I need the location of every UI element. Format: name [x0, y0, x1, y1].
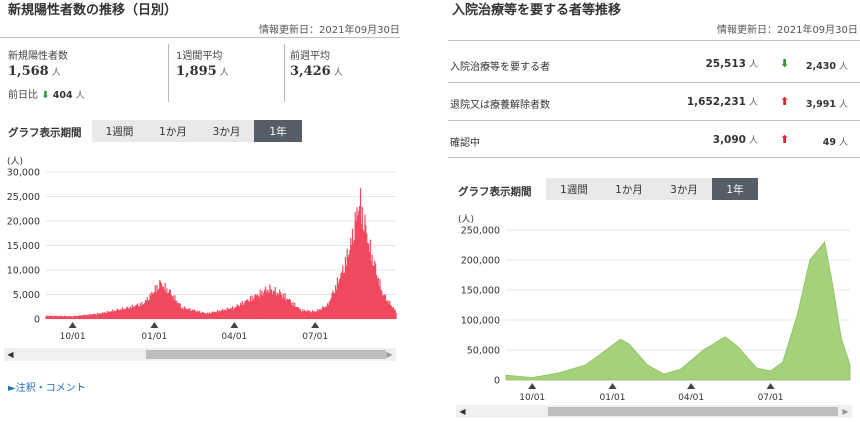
y-tick-label: 25,000 — [7, 192, 40, 203]
stat-label-new-cases: 新規陽性者数 — [8, 51, 68, 62]
stat-divider — [284, 44, 285, 102]
update-date: 情報更新日：2021年09月30日 — [259, 25, 400, 36]
chart-area — [505, 241, 851, 381]
hospitalization-chart: 250,000 200,000 150,000 100,000 50,000 0 10/01… — [461, 226, 851, 400]
row-diff-hospitalized: 2,430 人 — [805, 61, 848, 72]
row-value-discharged: 1,652,231 人 — [686, 96, 758, 108]
row-divider — [448, 82, 860, 83]
new-cases-panel: 新規陽性者数の推移（日別） 情報更新日：2021年09月30日 新規陽性者数 1… — [0, 0, 400, 425]
period-button-1week[interactable]: 1週間 — [92, 120, 147, 142]
x-tick-label: 07/01 — [302, 332, 328, 342]
period-button-1year[interactable]: 1年 — [254, 120, 302, 142]
x-tick-marker — [608, 383, 617, 389]
stat-label-prev-week-avg: 前週平均 — [290, 51, 330, 62]
stat-value-week-avg: 1,895 人 — [176, 64, 229, 79]
period-selector: 1週間 1か月 3か月 1年 — [546, 178, 758, 200]
row-value-hospitalized: 25,513 人 — [705, 58, 758, 70]
chart-bar — [395, 312, 397, 319]
row-value-confirming: 3,090 人 — [712, 134, 758, 146]
period-label: グラフ表示期間 — [8, 127, 82, 139]
x-tick-label: 01/01 — [141, 332, 167, 342]
arrow-up-icon: ⬆ — [780, 133, 790, 146]
y-tick-label: 200,000 — [461, 256, 500, 267]
x-tick-label: 10/01 — [519, 393, 545, 400]
stat-value-prev-week-avg: 3,426 人 — [290, 64, 343, 79]
period-button-1year[interactable]: 1年 — [712, 178, 758, 200]
update-date: 情報更新日：2021年09月30日 — [717, 25, 858, 36]
y-tick-label: 30,000 — [7, 168, 40, 179]
stat-divider — [168, 44, 169, 102]
header-divider — [0, 37, 400, 38]
x-tick-marker — [528, 383, 537, 389]
y-tick-label: 0 — [494, 376, 500, 387]
row-divider — [448, 120, 860, 121]
arrow-down-icon: ⬇ — [780, 57, 790, 70]
chart-scrollbar[interactable]: ◀ ▶ — [456, 405, 852, 418]
y-tick-label: 100,000 — [461, 316, 500, 327]
period-button-1month[interactable]: 1か月 — [602, 178, 656, 200]
period-button-1week[interactable]: 1週間 — [546, 178, 602, 200]
x-tick-label: 10/01 — [60, 332, 86, 342]
arrow-down-icon: ⬇ — [41, 90, 50, 101]
y-tick-label: 15,000 — [7, 241, 40, 252]
panel-title: 新規陽性者数の推移（日別） — [8, 3, 178, 18]
notes-link[interactable]: ►注釈・コメント — [8, 379, 86, 394]
x-tick-marker — [68, 322, 77, 328]
scroll-right-icon[interactable]: ▶ — [383, 348, 396, 361]
panel-title: 入院治療等を要する者等推移 — [452, 3, 622, 18]
period-selector: 1週間 1か月 3か月 1年 — [92, 120, 302, 142]
chart-scrollbar[interactable]: ◀ ▶ — [4, 348, 396, 361]
prev-day-diff: 前日比 ⬇ 404 人 — [8, 90, 85, 101]
y-tick-label: 50,000 — [467, 346, 500, 357]
row-diff-discharged: 3,991 人 — [805, 99, 848, 110]
header-divider — [448, 40, 860, 41]
x-tick-marker — [311, 322, 320, 328]
y-tick-label: 150,000 — [461, 286, 500, 297]
x-tick-marker — [150, 322, 159, 328]
x-tick-marker — [230, 322, 239, 328]
scroll-thumb[interactable] — [146, 350, 386, 359]
x-tick-label: 04/01 — [678, 393, 704, 400]
period-button-3months[interactable]: 3か月 — [199, 120, 254, 142]
x-tick-label: 07/01 — [758, 393, 784, 400]
row-divider — [448, 157, 860, 158]
y-tick-label: 20,000 — [7, 217, 40, 228]
row-label-discharged: 退院又は療養解除者数 — [450, 100, 550, 111]
arrow-up-icon: ⬆ — [780, 95, 790, 108]
hospitalization-panel: 入院治療等を要する者等推移 情報更新日：2021年09月30日 入院治療等を要す… — [448, 0, 860, 425]
x-tick-marker — [766, 383, 775, 389]
y-tick-label: 250,000 — [461, 226, 500, 237]
row-diff-confirming: 49 人 — [822, 137, 848, 148]
y-tick-label: 10,000 — [7, 266, 40, 277]
scroll-left-icon[interactable]: ◀ — [4, 348, 17, 361]
scroll-thumb[interactable] — [548, 407, 838, 416]
stat-value-new-cases: 1,568 人 — [8, 64, 61, 79]
row-label-hospitalized: 入院治療等を要する者 — [450, 62, 550, 73]
new-cases-chart: 30,000 25,000 20,000 15,000 10,000 5,000 0 10/0… — [7, 168, 397, 342]
period-button-1month[interactable]: 1か月 — [147, 120, 199, 142]
row-label-confirming: 確認中 — [450, 138, 480, 149]
stat-label-week-avg: 1週間平均 — [176, 51, 223, 62]
x-tick-label: 04/01 — [221, 332, 247, 342]
x-tick-label: 01/01 — [600, 393, 626, 400]
y-tick-label: 0 — [34, 315, 40, 326]
x-tick-marker — [687, 383, 696, 389]
period-label: グラフ表示期間 — [458, 186, 532, 198]
scroll-right-icon[interactable]: ▶ — [839, 405, 852, 418]
scroll-left-icon[interactable]: ◀ — [456, 405, 469, 418]
period-button-3months[interactable]: 3か月 — [656, 178, 712, 200]
y-tick-label: 5,000 — [13, 290, 40, 301]
